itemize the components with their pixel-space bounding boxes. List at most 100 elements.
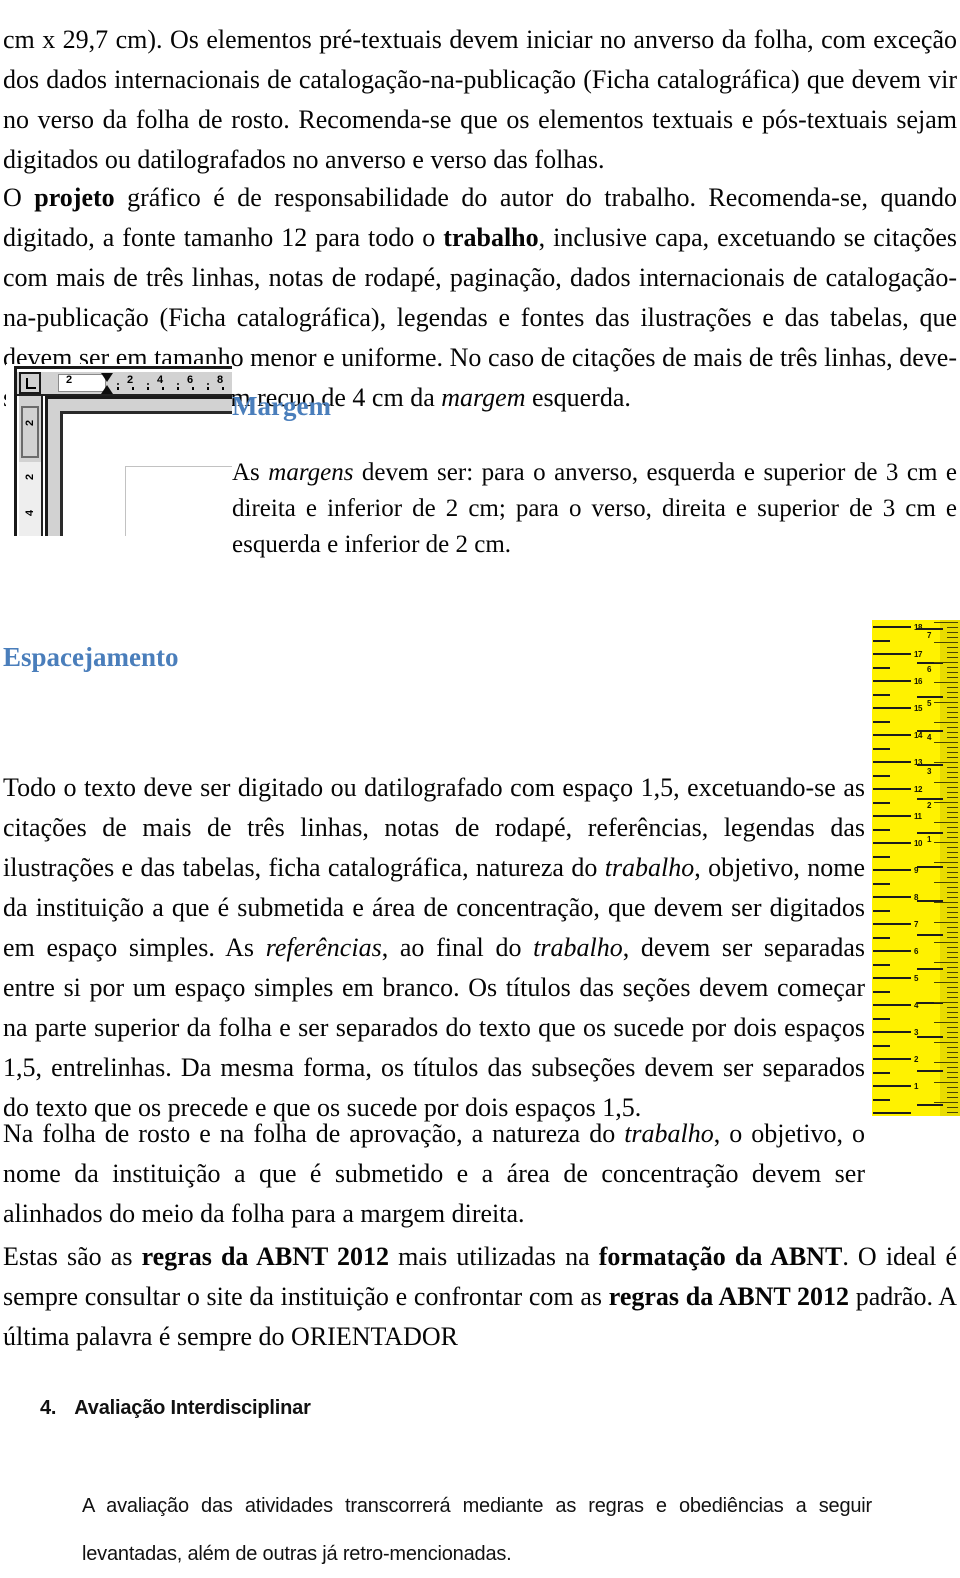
ruler-fine-tick [947,732,958,733]
text-italic-referencias: referências [265,933,382,962]
heading-label: Avaliação Interdisciplinar [74,1396,311,1419]
text-bold-regras-2: regras da ABNT 2012 [608,1282,849,1311]
ruler-left-number: 17 [914,650,922,659]
ruler-left-number: 10 [914,839,922,848]
indent-marker-handle[interactable] [101,373,114,394]
ruler-fine-tick [934,782,958,783]
text-italic-margens: margens [268,459,354,486]
hruler-tick [117,387,119,390]
heading-number: 4. [40,1396,57,1419]
text-run: Estas são as [3,1242,142,1271]
ruler-fine-tick [934,922,958,923]
text-italic-margem: margem [441,383,526,412]
ruler-fine-tick [947,1112,958,1113]
vruler-label-2: 2 [24,473,36,480]
vruler-label-3: 4 [24,509,36,516]
ruler-fine-tick [947,977,958,978]
ruler-fine-tick [947,947,958,948]
ruler-fine-tick [947,987,958,988]
ruler-fine-tick [947,1077,958,1078]
ruler-fine-tick [947,887,958,888]
ruler-minor-tick [873,802,890,804]
hruler-dot [147,383,149,385]
ruler-major-tick [873,734,911,736]
ruler-fine-tick [947,677,958,678]
yellow-ruler-image: 1817161514131211109876543217654321 [869,620,960,1116]
ruler-fine-tick [934,1022,958,1023]
ruler-left-number: 9 [914,866,918,875]
ruler-right-number: 3 [927,767,931,776]
ruler-fine-tick [947,752,958,753]
ruler-screenshot-image: 2 2 4 2 2 4 6 8 [6,364,232,536]
ruler-major-tick [873,653,911,655]
document-page: cm x 29,7 cm). Os elementos pré-textuais… [0,0,960,1565]
ruler-minor-tick [873,721,890,723]
ruler-left-number: 1 [914,1082,918,1091]
ruler-fine-tick [947,992,958,993]
ruler-fine-tick [947,867,958,868]
ruler-fine-tick [934,1042,958,1043]
tab-stop-selector-button[interactable] [19,372,41,394]
ruler-mid-tick [917,1036,943,1038]
hruler-tick [162,387,164,390]
ruler-fine-tick [934,622,958,623]
paragraph-avaliacao: A avaliação das atividades transcorrerá … [82,1495,872,1565]
hruler-label-4: 6 [187,374,194,386]
text-italic-trabalho-2: trabalho [533,933,623,962]
ruler-fine-tick [947,757,958,758]
ruler-fine-tick [947,1092,958,1093]
ruler-fine-tick [947,932,958,933]
ruler-fine-tick [947,852,958,853]
ruler-minor-tick [873,775,890,777]
ruler-fine-tick [947,717,958,718]
ruler-fine-tick [947,787,958,788]
vertical-margin-handle[interactable] [21,406,39,458]
ruler-fine-tick [947,1072,958,1073]
ruler-fine-tick [947,847,958,848]
ruler-fine-tick [947,967,958,968]
ruler-fine-tick [947,1047,958,1048]
ruler-fine-tick [947,997,958,998]
ruler-fine-tick [934,642,958,643]
hruler-tick [147,387,149,390]
ruler-fine-tick [934,882,958,883]
ruler-fine-tick [947,672,958,673]
ruler-major-tick [873,626,911,628]
ruler-mid-tick [917,832,943,834]
horizontal-ruler[interactable] [17,372,232,396]
ruler-fine-tick [947,707,958,708]
ruler-minor-tick [873,1072,890,1074]
ruler-minor-tick [873,991,890,993]
paragraph-intro: cm x 29,7 cm). Os elementos pré-textuais… [3,25,957,174]
ruler-fine-tick [947,812,958,813]
ruler-fine-tick [947,737,958,738]
text-bold-trabalho: trabalho [443,223,539,252]
hruler-label-3: 4 [157,374,164,386]
ruler-fine-tick [947,817,958,818]
ruler-mid-tick [917,866,943,868]
text-italic-trabalho-3: trabalho [624,1119,714,1148]
ruler-minor-tick [873,748,890,750]
hruler-label-2: 2 [127,374,134,386]
ruler-fine-tick [934,702,958,703]
hruler-label-1: 2 [66,374,73,386]
text-bold-projeto: projeto [34,183,115,212]
ruler-fine-tick [947,792,958,793]
ruler-fine-tick [934,822,958,823]
document-margin-guide [125,466,232,536]
ruler-major-tick [873,1085,911,1087]
text-run: esquerda. [525,383,631,412]
ruler-fine-tick [934,962,958,963]
ruler-fine-tick [934,862,958,863]
ruler-major-tick [873,815,911,817]
text-italic-trabalho: trabalho [604,853,695,882]
ruler-left-number: 6 [914,947,918,956]
ruler-left-edge [869,620,872,1116]
ruler-fine-tick [947,692,958,693]
text-bold-formatacao: formatação da ABNT [598,1242,843,1271]
ruler-left-number: 14 [914,731,922,740]
ruler-fine-tick [947,632,958,633]
document-canvas [45,396,232,536]
paragraph-margem: As margens devem ser: para o anverso, es… [232,455,957,563]
ruler-fine-tick [947,647,958,648]
